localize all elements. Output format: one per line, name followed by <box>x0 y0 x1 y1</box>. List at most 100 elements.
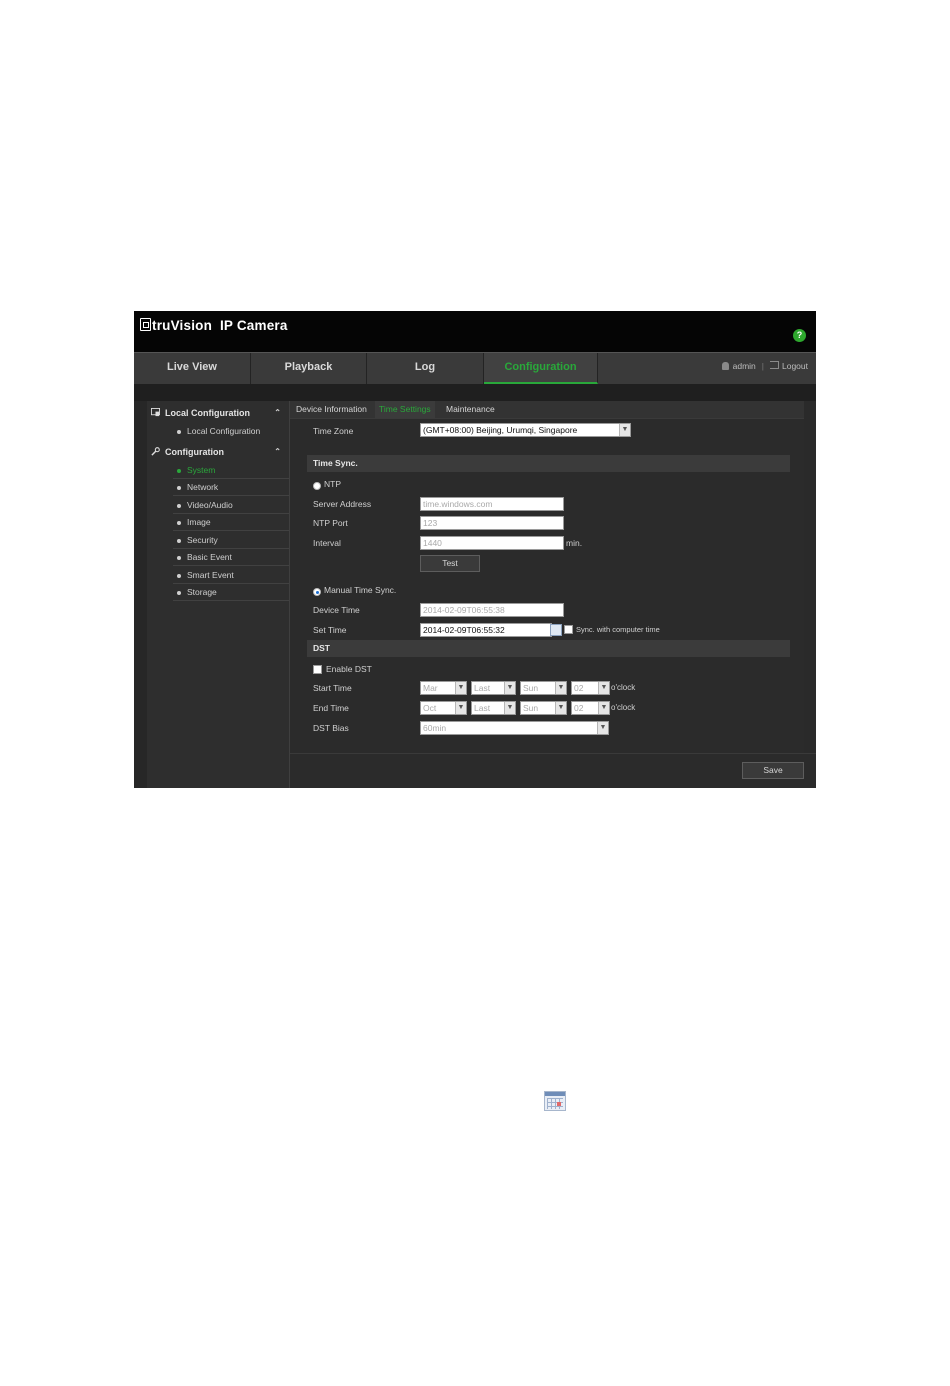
sidebar-item-smart-event[interactable]: Smart Event <box>173 567 289 584</box>
tab-playback[interactable]: Playback <box>251 353 367 384</box>
dropdown-arrow-icon[interactable]: ▼ <box>455 682 466 694</box>
dropdown-arrow-icon[interactable]: ▼ <box>455 702 466 714</box>
dropdown-arrow-icon[interactable]: ▼ <box>597 722 608 734</box>
chevron-up-icon[interactable]: ⌃ <box>274 404 281 422</box>
ntp-radio[interactable] <box>313 482 321 490</box>
sub-tabs: Device Information Time Settings Mainten… <box>290 401 804 418</box>
dropdown-arrow-icon[interactable]: ▼ <box>504 682 515 694</box>
sidebar-header-label: Configuration <box>165 447 224 457</box>
subtab-device-information[interactable]: Device Information <box>292 401 371 418</box>
bullet-icon <box>177 521 181 525</box>
time-settings-form: Time Zone (GMT+08:00) Beijing, Urumqi, S… <box>290 418 804 754</box>
camera-web-app: truVision IP Camera ? Live View Playback… <box>134 311 816 788</box>
subtab-maintenance[interactable]: Maintenance <box>442 401 499 418</box>
dropdown-arrow-icon[interactable]: ▼ <box>555 702 566 714</box>
interval-input[interactable]: 1440 <box>420 536 564 550</box>
sidebar-item-security[interactable]: Security <box>173 532 289 549</box>
wrench-icon <box>151 447 160 456</box>
device-time-input: 2014-02-09T06:55:38 <box>420 603 564 617</box>
dropdown-arrow-icon[interactable]: ▼ <box>555 682 566 694</box>
sidebar-item-label: System <box>187 465 216 475</box>
enable-dst-label: Enable DST <box>326 664 372 674</box>
dropdown-arrow-icon[interactable]: ▼ <box>504 702 515 714</box>
ntp-label: NTP <box>324 479 341 489</box>
user-area: admin | Logout <box>721 361 808 371</box>
sidebar-item-label: Network <box>187 482 219 492</box>
end-day-value: Sun <box>523 703 539 713</box>
calendar-icon-mark <box>557 1102 561 1106</box>
ntp-port-label: NTP Port <box>313 518 348 528</box>
set-time-label: Set Time <box>313 625 347 635</box>
end-week-select[interactable]: Last ▼ <box>471 701 516 715</box>
tab-log[interactable]: Log <box>367 353 484 384</box>
subtab-time-settings[interactable]: Time Settings <box>375 401 435 418</box>
chevron-up-icon[interactable]: ⌃ <box>274 443 281 461</box>
bullet-icon <box>177 556 181 560</box>
end-hour-select[interactable]: 02 ▼ <box>571 701 610 715</box>
sidebar-item-label: Smart Event <box>187 570 234 580</box>
end-month-value: Oct <box>423 703 437 713</box>
tab-live-view[interactable]: Live View <box>134 353 251 384</box>
dropdown-arrow-icon[interactable]: ▼ <box>598 702 609 714</box>
server-address-input[interactable]: time.windows.com <box>420 497 564 511</box>
enable-dst-checkbox[interactable] <box>313 665 322 674</box>
sidebar-item-image[interactable]: Image <box>173 514 289 531</box>
ntp-port-input[interactable]: 123 <box>420 516 564 530</box>
sidebar-item-local-configuration[interactable]: Local Configuration <box>173 423 289 440</box>
start-day-select[interactable]: Sun ▼ <box>520 681 567 695</box>
calendar-icon <box>544 1091 566 1111</box>
sidebar-item-label: Video/Audio <box>187 500 233 510</box>
time-sync-section: Time Sync. <box>307 455 790 472</box>
set-time-input[interactable]: 2014-02-09T06:55:32 <box>420 623 552 637</box>
sidebar-item-storage[interactable]: Storage <box>173 584 289 601</box>
calendar-icon[interactable] <box>550 624 562 636</box>
test-button[interactable]: Test <box>420 555 480 572</box>
dropdown-arrow-icon[interactable]: ▼ <box>619 424 630 436</box>
time-zone-label: Time Zone <box>313 426 354 436</box>
start-oclock-label: o'clock <box>611 683 636 692</box>
start-hour-select[interactable]: 02 ▼ <box>571 681 610 695</box>
dst-bias-select[interactable]: 60min ▼ <box>420 721 609 735</box>
end-month-select[interactable]: Oct ▼ <box>420 701 467 715</box>
end-hour-value: 02 <box>574 703 584 713</box>
logout-link[interactable]: Logout <box>782 361 808 371</box>
sidebar-item-label: Basic Event <box>187 552 232 562</box>
sidebar-item-label: Security <box>187 535 218 545</box>
manual-sync-label: Manual Time Sync. <box>324 585 397 595</box>
username[interactable]: admin <box>733 361 756 371</box>
calendar-icon-header <box>545 1092 565 1096</box>
start-month-value: Mar <box>423 683 438 693</box>
end-day-select[interactable]: Sun ▼ <box>520 701 567 715</box>
sidebar-header-configuration[interactable]: Configuration ⌃ <box>147 443 289 461</box>
monitor-icon <box>151 408 160 417</box>
manual-sync-radio[interactable] <box>313 588 321 596</box>
interval-unit: min. <box>566 538 583 548</box>
sidebar-item-network[interactable]: Network <box>173 479 289 496</box>
time-zone-value: (GMT+08:00) Beijing, Urumqi, Singapore <box>423 425 578 435</box>
logout-icon[interactable] <box>770 361 779 369</box>
sidebar-item-video-audio[interactable]: Video/Audio <box>173 497 289 514</box>
brand-name: truVision <box>152 318 213 333</box>
sidebar-item-basic-event[interactable]: Basic Event <box>173 549 289 566</box>
sidebar-header-local-configuration[interactable]: Local Configuration ⌃ <box>147 404 289 422</box>
dropdown-arrow-icon[interactable]: ▼ <box>598 682 609 694</box>
start-week-select[interactable]: Last ▼ <box>471 681 516 695</box>
sync-computer-checkbox[interactable] <box>564 625 573 634</box>
bullet-icon <box>177 574 181 578</box>
save-bar: Save <box>290 753 816 788</box>
save-button[interactable]: Save <box>742 762 804 779</box>
end-oclock-label: o'clock <box>611 703 636 712</box>
dst-bias-label: DST Bias <box>313 723 349 733</box>
user-icon <box>721 362 729 370</box>
bullet-icon <box>177 469 181 473</box>
sidebar: Local Configuration ⌃ Local Configuratio… <box>147 401 290 788</box>
sidebar-item-label: Image <box>187 517 211 527</box>
sidebar-item-system[interactable]: System <box>173 462 289 479</box>
start-month-select[interactable]: Mar ▼ <box>420 681 467 695</box>
interval-label: Interval <box>313 538 341 548</box>
help-icon[interactable]: ? <box>793 329 806 342</box>
tab-configuration[interactable]: Configuration <box>484 353 598 384</box>
time-zone-select[interactable]: (GMT+08:00) Beijing, Urumqi, Singapore ▼ <box>420 423 631 437</box>
device-time-label: Device Time <box>313 605 360 615</box>
sidebar-item-label: Local Configuration <box>187 426 261 436</box>
